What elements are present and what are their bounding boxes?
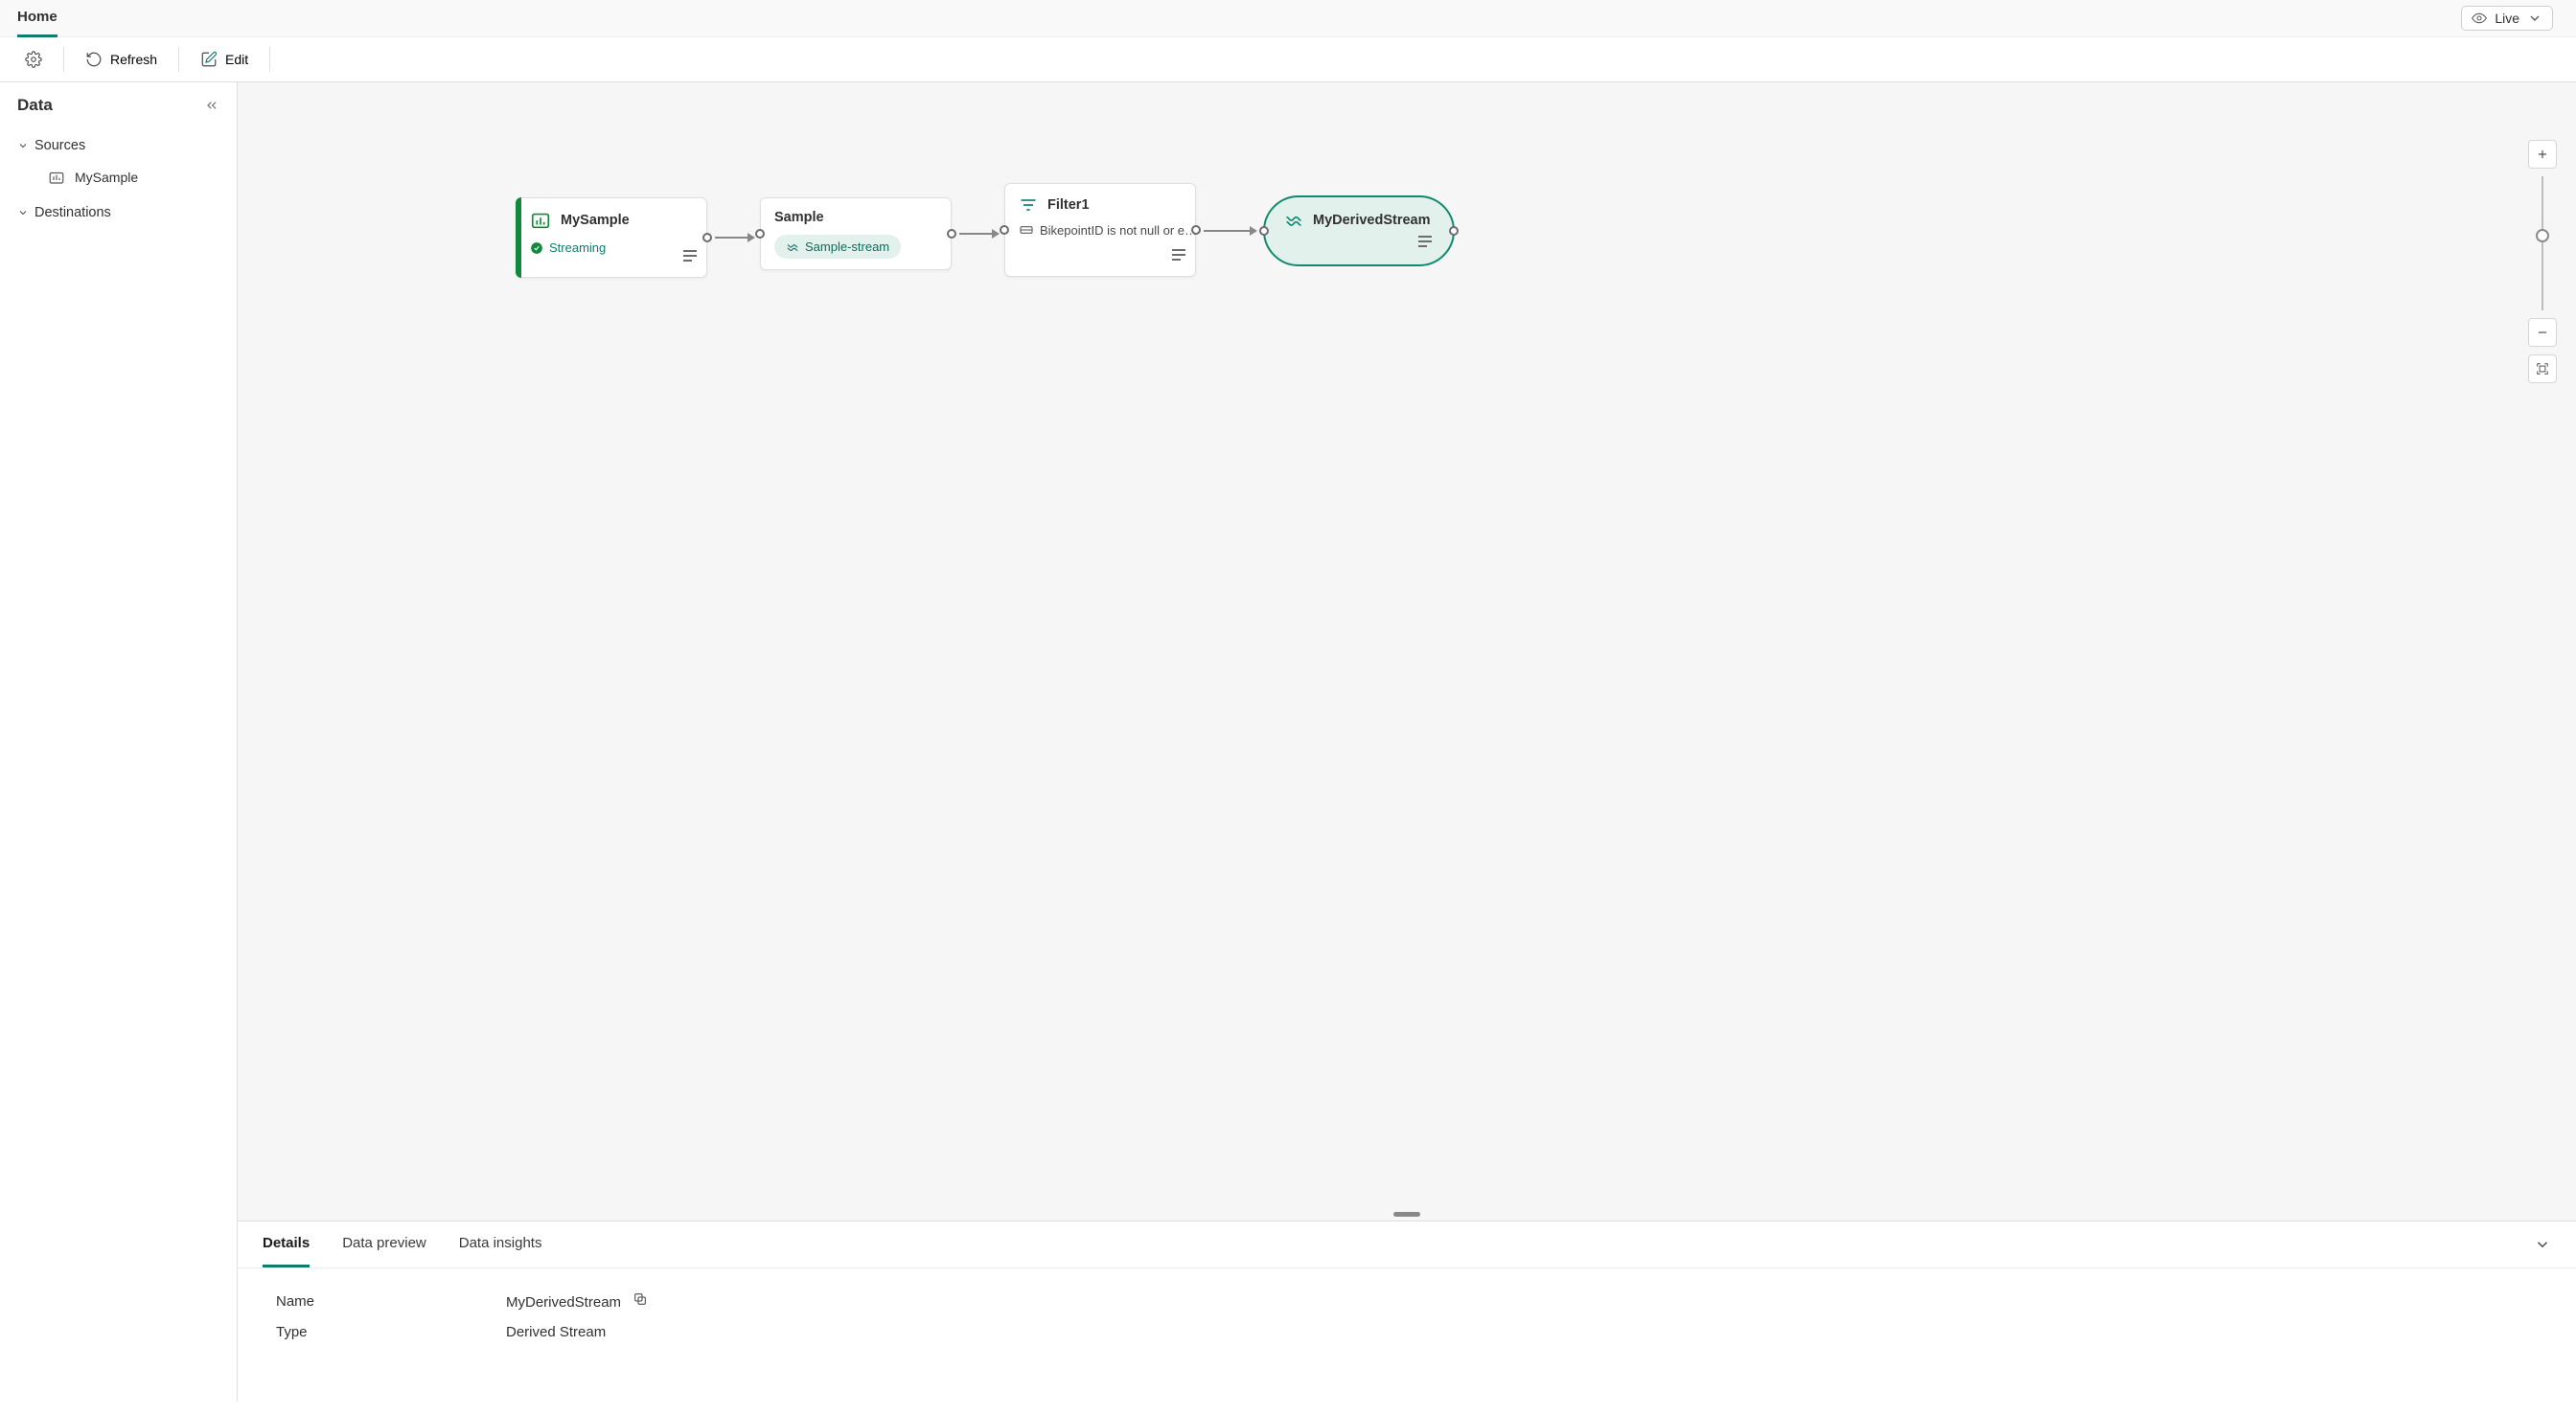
edit-label: Edit (225, 52, 248, 67)
input-port[interactable] (755, 229, 765, 239)
arrow-icon (1250, 226, 1257, 236)
tab-details[interactable]: Details (263, 1221, 310, 1267)
node-title: MyDerivedStream (1313, 213, 1431, 228)
node-myderivedstream[interactable]: MyDerivedStream (1263, 195, 1455, 266)
input-port[interactable] (1000, 225, 1009, 235)
stream-icon (786, 240, 799, 254)
details-type-value: Derived Stream (506, 1324, 606, 1340)
flow-canvas[interactable]: MySample Streaming Sample (238, 82, 2576, 1215)
connector (1204, 230, 1254, 232)
sidebar-title: Data (17, 96, 53, 115)
plus-icon (2536, 148, 2549, 161)
divider (178, 47, 179, 72)
connector (715, 237, 751, 239)
node-sample[interactable]: Sample Sample-stream (760, 197, 952, 270)
zoom-controls (2528, 140, 2557, 383)
barchart-icon (530, 210, 551, 231)
main-column: MySample Streaming Sample (238, 82, 2576, 1402)
chevron-down-icon (2527, 11, 2542, 26)
node-title: MySample (561, 213, 630, 228)
filter-expression: BikepointID is not null or e… (1005, 220, 1195, 243)
zoom-slider[interactable] (2542, 176, 2543, 310)
live-toggle[interactable]: Live (2461, 6, 2553, 31)
settings-button[interactable] (17, 45, 50, 74)
output-port[interactable] (1191, 225, 1201, 235)
gear-icon (25, 51, 42, 68)
output-port[interactable] (947, 229, 956, 239)
tree-item-label: MySample (75, 170, 138, 185)
more-icon[interactable] (1418, 236, 1432, 253)
details-name-label: Name (276, 1293, 353, 1310)
node-status: Streaming (549, 240, 606, 255)
refresh-label: Refresh (110, 52, 157, 67)
tree-item-mysample[interactable]: MySample (0, 161, 237, 194)
chip-label: Sample-stream (805, 240, 889, 254)
divider (63, 47, 64, 72)
output-port[interactable] (702, 233, 712, 242)
data-sidebar: Data Sources MySample Destinations (0, 82, 238, 1402)
arrow-icon (992, 229, 1000, 239)
chevron-down-icon[interactable] (2534, 1236, 2551, 1253)
check-circle-icon (530, 241, 543, 255)
zoom-in-button[interactable] (2528, 140, 2557, 169)
details-panel: Details Data preview Data insights Name … (238, 1221, 2576, 1402)
app-tabs-area: Home Live Refresh Edit (0, 0, 2576, 82)
toolbar: Refresh Edit (0, 36, 2576, 81)
collapse-icon[interactable] (204, 98, 219, 113)
live-label: Live (2495, 11, 2519, 26)
section-destinations-label: Destinations (34, 205, 111, 220)
more-icon[interactable] (1172, 249, 1185, 266)
zoom-thumb[interactable] (2536, 229, 2549, 242)
refresh-icon (85, 51, 103, 68)
divider (269, 47, 270, 72)
details-name-value: MyDerivedStream (506, 1294, 621, 1311)
tab-data-preview[interactable]: Data preview (342, 1221, 426, 1267)
copy-icon[interactable] (632, 1291, 648, 1307)
eye-icon (2472, 11, 2487, 26)
node-title: Sample (774, 210, 824, 225)
node-title: Filter1 (1047, 197, 1090, 213)
panel-resizer[interactable] (238, 1215, 2576, 1221)
arrow-icon (748, 233, 755, 242)
edit-button[interactable]: Edit (193, 45, 256, 74)
filter-icon (1019, 195, 1038, 215)
zoom-fit-button[interactable] (2528, 354, 2557, 383)
node-mysample[interactable]: MySample Streaming (516, 197, 707, 278)
node-filter1[interactable]: Filter1 BikepointID is not null or e… (1004, 183, 1196, 277)
barchart-icon (48, 169, 65, 186)
fit-icon (2536, 362, 2549, 376)
stream-icon (1284, 211, 1303, 230)
sample-stream-chip[interactable]: Sample-stream (774, 235, 901, 259)
output-port[interactable] (1449, 226, 1459, 236)
tab-home[interactable]: Home (17, 0, 58, 37)
status-bar (516, 197, 521, 278)
edit-icon (200, 51, 218, 68)
section-sources-label: Sources (34, 138, 85, 153)
refresh-button[interactable]: Refresh (78, 45, 165, 74)
tree-section-destinations[interactable]: Destinations (0, 197, 237, 228)
details-type-label: Type (276, 1324, 353, 1340)
minus-icon (2536, 326, 2549, 339)
tree-section-sources[interactable]: Sources (0, 130, 237, 161)
expr-text: BikepointID is not null or e… (1040, 223, 1195, 238)
workspace: Data Sources MySample Destinations (0, 82, 2576, 1402)
chevron-down-icon (17, 140, 29, 151)
more-icon[interactable] (683, 250, 697, 267)
zoom-out-button[interactable] (2528, 318, 2557, 347)
tab-data-insights[interactable]: Data insights (459, 1221, 542, 1267)
column-icon (1019, 222, 1034, 238)
chevron-down-icon (17, 207, 29, 218)
input-port[interactable] (1259, 226, 1269, 236)
connector (959, 233, 996, 235)
